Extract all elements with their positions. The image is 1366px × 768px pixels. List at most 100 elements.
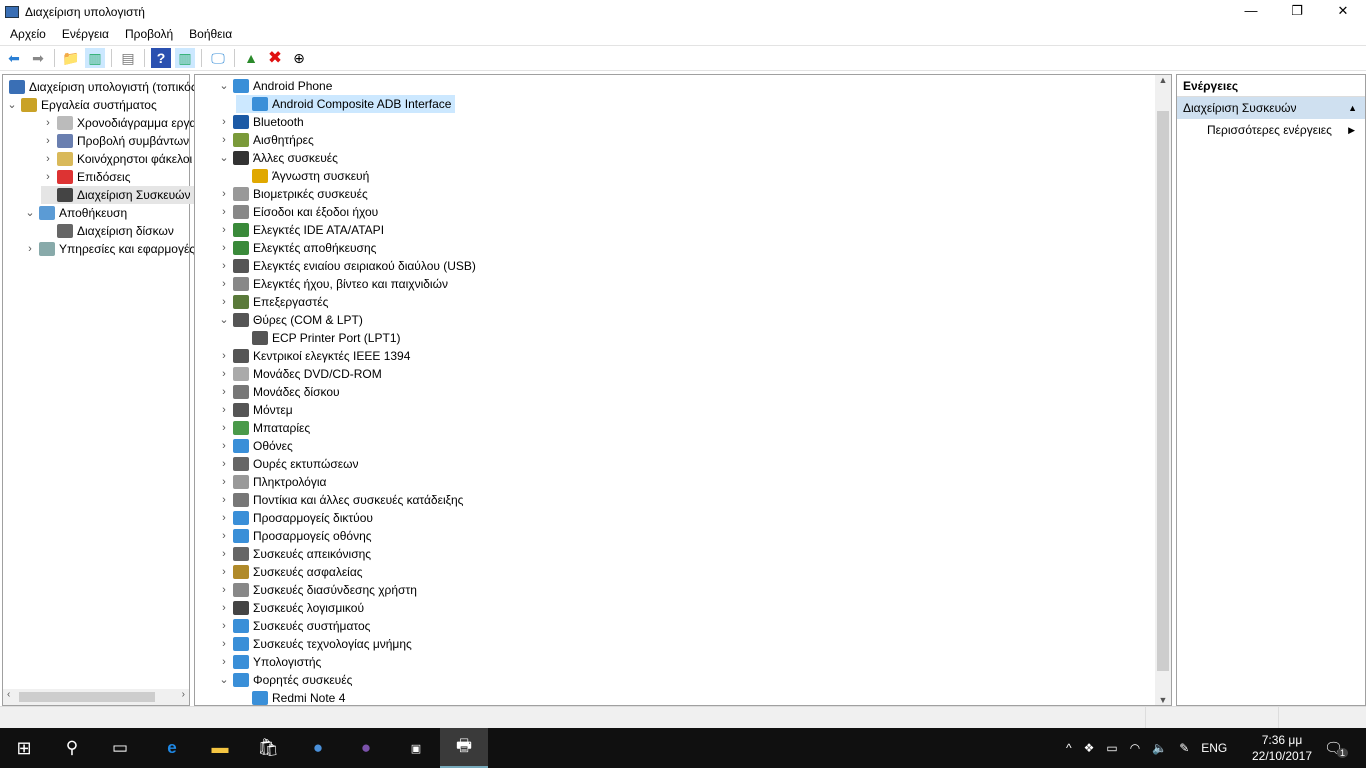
start-button[interactable]: ⊞ [0,728,48,768]
back-arrow-icon[interactable]: ⬅ [4,48,24,68]
horizontal-scrollbar[interactable]: ‹ › [3,689,189,705]
close-button[interactable]: ✕ [1320,0,1366,24]
device-tree-item[interactable]: › Ελεγκτές ήχου, βίντεο και παιχνιδιών [217,275,448,293]
device-tree-item[interactable]: › Πληκτρολόγια [217,473,326,491]
device-tree-item[interactable]: › Επεξεργαστές [217,293,328,311]
wifi-icon[interactable]: ◠ [1130,741,1140,755]
device-tree-item[interactable]: › Κεντρικοί ελεγκτές IEEE 1394 [217,347,410,365]
device-tree-item[interactable]: › Ποντίκια και άλλες συσκευές κατάδειξης [217,491,463,509]
show-hide-tree-icon[interactable]: ▥ [85,48,105,68]
collapsed-chevron-icon[interactable]: › [217,419,231,437]
collapsed-chevron-icon[interactable]: › [217,293,231,311]
collapsed-chevron-icon[interactable]: › [217,509,231,527]
collapsed-chevron-icon[interactable]: › [41,114,55,132]
vertical-scrollbar[interactable]: ▲ ▼ [1155,75,1171,705]
device-tree-item[interactable]: › Υπολογιστής [217,653,321,671]
device-tree-item[interactable]: › Συσκευές λογισμικού [217,599,364,617]
collapsed-chevron-icon[interactable]: › [217,221,231,239]
collapsed-chevron-icon[interactable]: › [217,185,231,203]
expand-chevron-icon[interactable]: ⌄ [217,311,231,329]
edge-icon[interactable]: e [148,728,196,768]
expand-chevron-icon[interactable]: ⌄ [217,77,231,95]
device-tree-item[interactable]: › Συσκευές ασφαλείας [217,563,363,581]
collapsed-chevron-icon[interactable]: › [217,347,231,365]
properties-icon[interactable]: ▤ [118,48,138,68]
console-tree-item[interactable]: ⌄ Εργαλεία συστήματος [5,96,157,114]
device-tree-item[interactable]: › Προσαρμογείς οθόνης [217,527,372,545]
collapsed-chevron-icon[interactable]: › [217,365,231,383]
device-tree-item[interactable]: › Ουρές εκτυπώσεων [217,455,358,473]
menu-view[interactable]: Προβολή [119,27,179,41]
clock[interactable]: 7:36 μμ 22/10/2017 [1250,728,1314,768]
dropbox-icon[interactable]: ❖ [1084,741,1095,755]
device-tree-item[interactable]: › Συσκευές διασύνδεσης χρήστη [217,581,417,599]
file-explorer-icon[interactable]: ▬ [196,728,244,768]
device-tree-item[interactable]: › Μονάδες DVD/CD-ROM [217,365,382,383]
device-tree-item[interactable]: › Μπαταρίες [217,419,310,437]
collapsed-chevron-icon[interactable]: › [217,599,231,617]
collapsed-chevron-icon[interactable]: › [217,401,231,419]
collapsed-chevron-icon[interactable]: › [217,491,231,509]
device-tree-item[interactable]: › Ελεγκτές αποθήκευσης [217,239,376,257]
collapsed-chevron-icon[interactable]: › [217,113,231,131]
collapsed-chevron-icon[interactable]: › [23,240,37,258]
menu-help[interactable]: Βοήθεια [183,27,238,41]
device-tree-item[interactable]: › Ελεγκτές IDE ATA/ATAPI [217,221,384,239]
scroll-left-icon[interactable]: ‹ [7,689,10,700]
device-tree-item[interactable]: › Είσοδοι και έξοδοι ήχου [217,203,378,221]
device-tree-item[interactable]: › Αισθητήρες [217,131,314,149]
minimize-button[interactable]: — [1228,0,1274,24]
collapsed-chevron-icon[interactable]: › [217,527,231,545]
action-center-button[interactable]: 🗨 1 [1324,728,1349,768]
collapsed-chevron-icon[interactable]: › [217,473,231,491]
search-icon[interactable]: ⚲ [48,728,96,768]
device-tree-item[interactable]: ⌄ Android Phone [217,77,332,95]
volume-icon[interactable]: 🔈 [1152,741,1167,755]
console-tree-item[interactable]: Διαχείριση Συσκευών [41,186,195,204]
device-tree-item[interactable]: › Συσκευές απεικόνισης [217,545,371,563]
collapsed-chevron-icon[interactable]: › [217,203,231,221]
collapsed-chevron-icon[interactable]: › [217,131,231,149]
scrollbar-thumb[interactable] [1157,111,1169,671]
collapsed-chevron-icon[interactable]: › [217,239,231,257]
device-tree-item[interactable]: › Συσκευές συστήματος [217,617,370,635]
chevron-up-icon[interactable]: ^ [1066,741,1072,755]
scrollbar-thumb[interactable] [19,692,155,702]
collapsed-chevron-icon[interactable]: › [217,383,231,401]
actions-section-device-manager[interactable]: Διαχείριση Συσκευών ▲ [1177,97,1365,119]
help-icon[interactable]: ? [151,48,171,68]
device-tree-item[interactable]: › Βιομετρικές συσκευές [217,185,368,203]
device-tree-item[interactable]: ⌄ Άλλες συσκευές [217,149,338,167]
device-tree-item[interactable]: ⌄ Φορητές συσκευές [217,671,352,689]
collapsed-chevron-icon[interactable]: › [41,132,55,150]
device-tree-item[interactable]: › Μονάδες δίσκου [217,383,340,401]
collapsed-chevron-icon[interactable]: › [217,617,231,635]
browser-globe-icon[interactable]: ● [294,728,342,768]
device-tree-item[interactable]: › Ελεγκτές ενιαίου σειριακού διαύλου (USB… [217,257,476,275]
device-tree-item[interactable]: › Μόντεμ [217,401,293,419]
collapsed-chevron-icon[interactable]: › [41,150,55,168]
collapsed-chevron-icon[interactable]: › [217,257,231,275]
collapsed-chevron-icon[interactable]: › [217,437,231,455]
device-tree-item[interactable]: Άγνωστη συσκευή [236,167,369,185]
device-tree-item[interactable]: › Προσαρμογείς δικτύου [217,509,373,527]
command-prompt-icon[interactable]: ▣ [392,728,440,768]
device-tree-item[interactable]: ⌄ Θύρες (COM & LPT) [217,311,363,329]
scan-hardware-icon[interactable]: 🖵 [208,48,228,68]
expand-chevron-icon[interactable]: ⌄ [217,671,231,689]
device-tree-item[interactable]: Redmi Note 4 [236,689,345,707]
pen-icon[interactable]: ✎ [1179,741,1189,755]
collapsed-chevron-icon[interactable]: › [41,168,55,186]
menu-file[interactable]: Αρχείο [4,27,52,41]
task-view-icon[interactable]: ▭ [96,728,144,768]
device-tree-item[interactable]: › Bluetooth [217,113,304,131]
console-tree-item[interactable]: › Κοινόχρηστοι φάκελοι [41,150,192,168]
uninstall-icon[interactable]: ✖ [265,48,285,68]
device-tree-item[interactable]: › Οθόνες [217,437,293,455]
collapsed-chevron-icon[interactable]: › [217,455,231,473]
collapsed-chevron-icon[interactable]: › [217,275,231,293]
console-tree-item[interactable]: › Επιδόσεις [41,168,131,186]
console-tree-item[interactable]: ⌄ Αποθήκευση [23,204,127,222]
up-folder-icon[interactable]: 📁 [61,48,81,68]
console-tree-item[interactable]: › Προβολή συμβάντων [41,132,189,150]
